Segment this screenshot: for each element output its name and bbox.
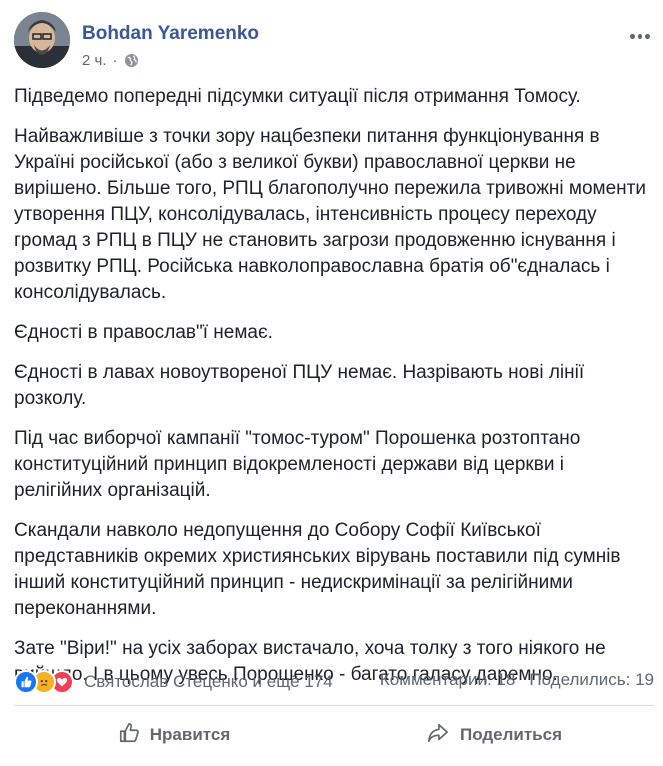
post-paragraph: Єдності в лавах новоутвореної ПЦУ немає.…	[14, 362, 585, 409]
post-meta: 2 ч. ·	[82, 52, 139, 69]
author-name[interactable]: Bohdan Yaremenko	[82, 23, 259, 45]
globe-icon[interactable]	[124, 53, 139, 68]
share-label: Поделиться	[459, 725, 563, 744]
thumbs-up-icon	[118, 722, 150, 749]
reactions-summary[interactable]: Святослав Стеценко и ещё 174	[14, 670, 333, 694]
more-options-icon[interactable]	[630, 26, 651, 46]
post-actions: Нравится Поделиться	[14, 712, 654, 758]
share-button[interactable]: Поделиться	[334, 712, 654, 758]
comments-count[interactable]: Комментарии: 18	[380, 670, 515, 690]
like-button[interactable]: Нравится	[14, 712, 334, 758]
post-paragraph: Скандали навколо недопущення до Собору С…	[14, 520, 621, 619]
like-label: Нравится	[149, 725, 231, 744]
meta-separator: ·	[112, 52, 118, 69]
post-stats: Святослав Стеценко и ещё 174 Комментарии…	[14, 670, 654, 696]
post-text: Підведемо попередні підсумки ситуації пі…	[14, 84, 654, 702]
post-time[interactable]: 2 ч.	[82, 52, 107, 69]
shares-count[interactable]: Поделились: 19	[529, 670, 654, 690]
post-paragraph: Найважливіше з точки зору нацбезпеки пит…	[14, 126, 646, 303]
facebook-post: Bohdan Yaremenko 2 ч. · Підведемо попере…	[0, 0, 663, 766]
post-paragraph: Під час виборчої кампанії "томос-туром" …	[14, 428, 581, 501]
divider	[14, 705, 654, 706]
share-arrow-icon	[426, 722, 460, 749]
post-header: Bohdan Yaremenko 2 ч. ·	[14, 12, 654, 72]
like-reaction-icon	[14, 670, 38, 694]
engagement-counts: Комментарии: 18 Поделились: 19	[380, 670, 654, 690]
author-avatar[interactable]	[14, 12, 70, 68]
reactions-text[interactable]: Святослав Стеценко и ещё 174	[84, 672, 333, 692]
post-paragraph: Підведемо попередні підсумки ситуації пі…	[14, 86, 581, 107]
post-paragraph: Єдності в православ"ї немає.	[14, 322, 273, 343]
